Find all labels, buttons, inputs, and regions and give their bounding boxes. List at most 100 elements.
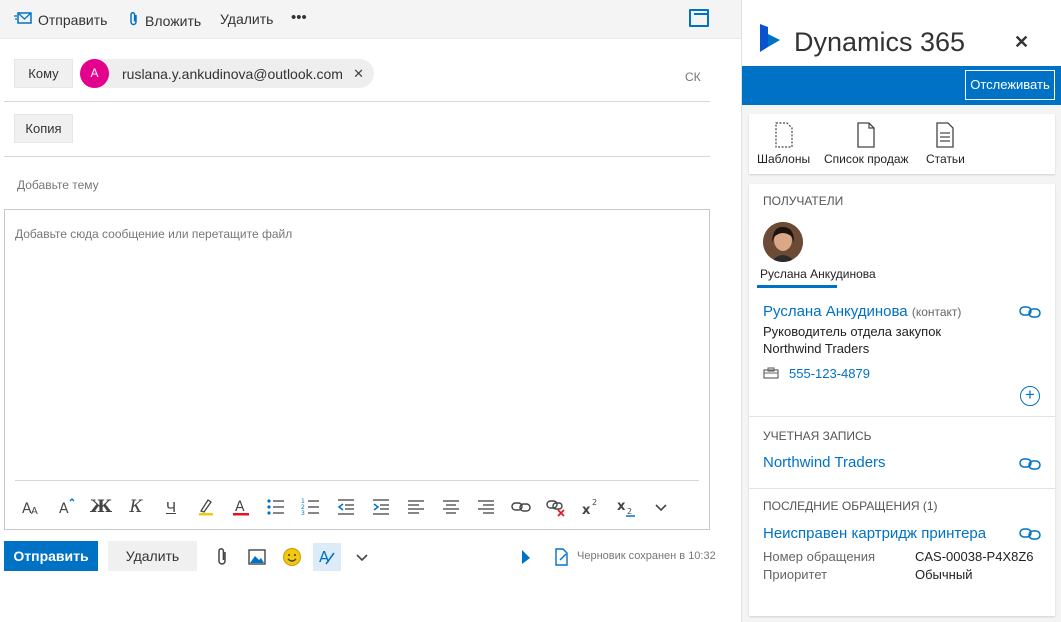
command-bar: Отправить Вложить Удалить ••• — [0, 0, 741, 39]
font-color-icon[interactable]: A — [228, 494, 254, 520]
svg-text:A: A — [235, 499, 245, 515]
link-icon[interactable] — [1019, 305, 1041, 319]
italic-icon[interactable]: К — [123, 494, 149, 520]
recipient-chip[interactable]: A ruslana.y.ankudinova@outlook.com ✕ — [80, 59, 374, 88]
add-icon[interactable]: + — [1020, 386, 1040, 406]
recipient-address: ruslana.y.ankudinova@outlook.com — [122, 65, 343, 82]
divider — [4, 101, 710, 102]
templates-icon — [774, 122, 793, 148]
account-link[interactable]: Northwind Traders — [763, 454, 886, 471]
bullets-icon[interactable] — [263, 494, 289, 520]
message-body-editor[interactable]: Добавьте сюда сообщение или перетащите ф… — [4, 209, 710, 530]
divider — [749, 416, 1055, 417]
more-icon: ••• — [291, 9, 307, 26]
insert-link-icon[interactable] — [508, 494, 534, 520]
contact-link[interactable]: Руслана Анкудинова (контакт) — [763, 303, 961, 320]
link-icon[interactable] — [1019, 457, 1041, 471]
send-command-label: Отправить — [38, 11, 108, 28]
svg-text:A: A — [319, 548, 330, 566]
to-button[interactable]: Кому — [14, 59, 73, 88]
svg-text:A: A — [31, 506, 38, 517]
compose-pane: Отправить Вложить Удалить ••• Кому A rus… — [0, 0, 741, 622]
articles-label: Статьи — [926, 152, 965, 166]
format-text-icon[interactable]: A — [313, 543, 341, 571]
subscript-icon[interactable]: x2 — [613, 494, 639, 520]
font-size-icon[interactable]: AA — [18, 494, 44, 520]
bcc-link[interactable]: СК — [685, 70, 701, 84]
dynamics-title: Dynamics 365 — [794, 27, 966, 57]
paperclip-icon — [129, 11, 139, 30]
track-button[interactable]: Отслеживать — [965, 70, 1055, 100]
contact-name: Руслана Анкудинова — [763, 303, 908, 320]
selected-indicator — [757, 285, 837, 288]
sales-list-label: Список продаж — [824, 152, 909, 166]
link-icon[interactable] — [1019, 527, 1041, 541]
discard-button[interactable]: Удалить — [108, 541, 197, 571]
send-button[interactable]: Отправить — [4, 541, 98, 571]
divider — [4, 156, 710, 157]
case-priority-label: Приоритет — [763, 567, 828, 582]
bold-icon[interactable]: Ж — [88, 494, 114, 520]
remove-recipient-icon[interactable]: ✕ — [353, 66, 364, 82]
templates-button[interactable]: Шаблоны — [757, 122, 810, 166]
body-placeholder: Добавьте сюда сообщение или перетащите ф… — [15, 227, 293, 241]
svg-text:2: 2 — [592, 498, 597, 507]
align-right-icon[interactable] — [473, 494, 499, 520]
cases-header: ПОСЛЕДНИЕ ОБРАЩЕНИЯ (1) — [763, 499, 938, 513]
remove-link-icon[interactable] — [543, 494, 569, 520]
avatar: A — [80, 59, 109, 88]
track-bar: Отслеживать — [742, 66, 1061, 105]
divider — [749, 488, 1055, 489]
outdent-icon[interactable] — [333, 494, 359, 520]
case-priority-value: Обычный — [915, 567, 973, 582]
dynamics-logo-icon — [760, 24, 782, 57]
underline-icon[interactable]: Ч — [158, 494, 184, 520]
contact-phone[interactable]: 555-123-4879 — [789, 366, 870, 381]
contact-job-title: Руководитель отдела закупок — [763, 324, 942, 339]
divider — [15, 480, 699, 481]
cc-button[interactable]: Копия — [14, 114, 73, 143]
insert-picture-icon[interactable] — [243, 543, 271, 571]
details-card: ПОЛУЧАТЕЛИ Руслана Анкудинова Руслана Ан… — [749, 184, 1055, 616]
svg-text:x: x — [582, 503, 591, 517]
subject-input[interactable]: Добавьте тему — [17, 178, 99, 192]
delete-command-label: Удалить — [220, 11, 274, 27]
send-mail-icon — [14, 11, 32, 28]
draft-saved-icon — [547, 543, 575, 571]
align-center-icon[interactable] — [438, 494, 464, 520]
dynamics-header: Dynamics 365 ✕ — [742, 0, 1061, 66]
more-format-icon[interactable] — [648, 494, 674, 520]
account-header: УЧЕТНАЯ ЗАПИСЬ — [763, 429, 872, 443]
recipient-name: Руслана Анкудинова — [760, 267, 876, 281]
sales-list-button[interactable]: Список продаж — [824, 122, 909, 166]
tools-card: Шаблоны Список продаж Статьи — [749, 114, 1055, 174]
dynamics-addin-icon[interactable] — [512, 543, 540, 571]
svg-text:x: x — [617, 499, 626, 514]
delete-command[interactable]: Удалить — [220, 11, 273, 27]
superscript-icon[interactable]: x2 — [578, 494, 604, 520]
svg-text:A: A — [59, 501, 69, 517]
indent-icon[interactable] — [368, 494, 394, 520]
more-commands-button[interactable]: ••• — [291, 9, 307, 26]
phone-icon — [763, 367, 779, 379]
send-command[interactable]: Отправить — [14, 11, 107, 28]
dynamics-pane: Dynamics 365 ✕ Отслеживать Шаблоны Списо… — [741, 0, 1061, 622]
attach-command[interactable]: Вложить — [129, 11, 201, 30]
emoji-icon[interactable] — [278, 543, 306, 571]
chevron-down-icon[interactable] — [348, 543, 376, 571]
numbering-icon[interactable]: 123 — [298, 494, 324, 520]
case-link[interactable]: Неисправен картридж принтера — [763, 525, 986, 542]
outlook-window: Отправить Вложить Удалить ••• Кому A rus… — [0, 0, 1061, 622]
close-icon[interactable]: ✕ — [1014, 32, 1029, 53]
contact-company: Northwind Traders — [763, 341, 870, 356]
pop-out-icon[interactable] — [689, 9, 709, 27]
highlight-icon[interactable] — [193, 494, 219, 520]
align-left-icon[interactable] — [403, 494, 429, 520]
attach-command-label: Вложить — [145, 12, 202, 29]
grow-font-icon[interactable]: A — [53, 494, 79, 520]
svg-text:3: 3 — [301, 510, 305, 517]
case-number-value: CAS-00038-P4X8Z6 — [915, 549, 1034, 564]
contact-photo[interactable] — [763, 222, 803, 262]
attach-icon[interactable] — [208, 543, 236, 571]
articles-button[interactable]: Статьи — [926, 122, 965, 166]
